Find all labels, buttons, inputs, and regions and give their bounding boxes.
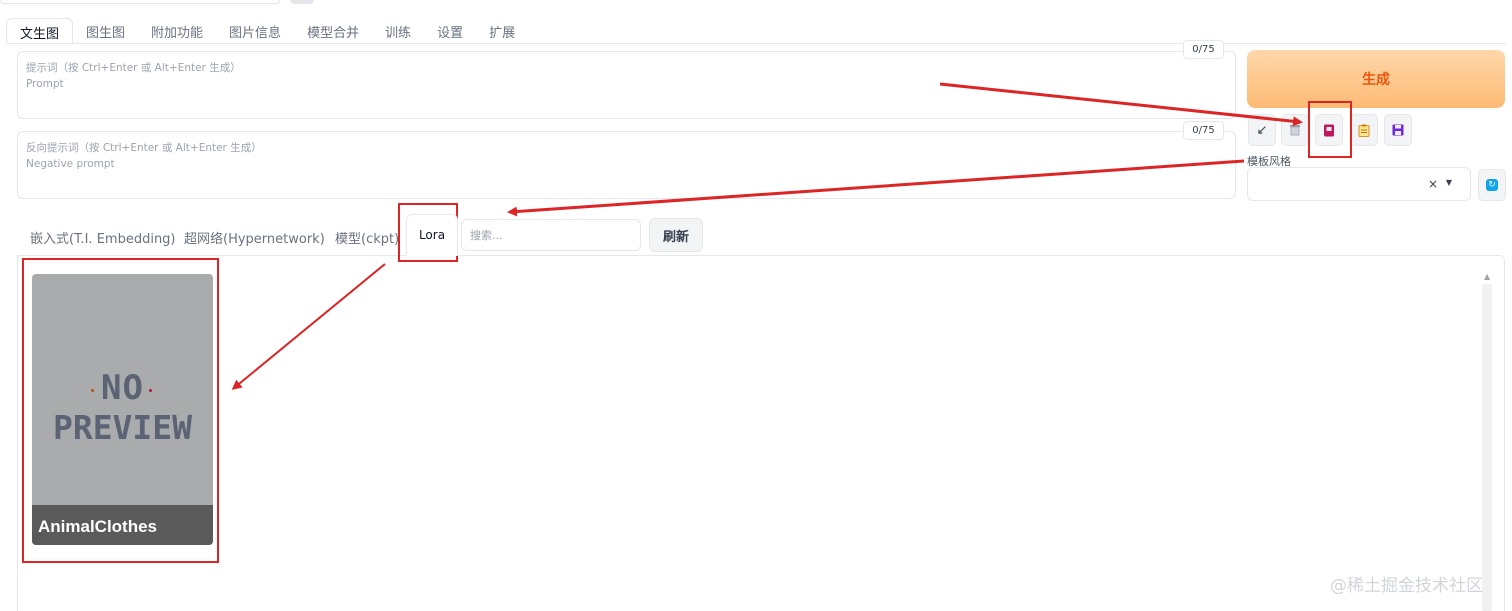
annotation-arrows [231,82,1303,390]
arrow-to-card [231,263,386,390]
watermark: @稀土掘金技术社区 [1330,576,1483,596]
arrow-to-lora-tab [507,159,1245,217]
tab-lora[interactable]: Lora [406,214,458,256]
arrow-to-button [939,82,1303,127]
